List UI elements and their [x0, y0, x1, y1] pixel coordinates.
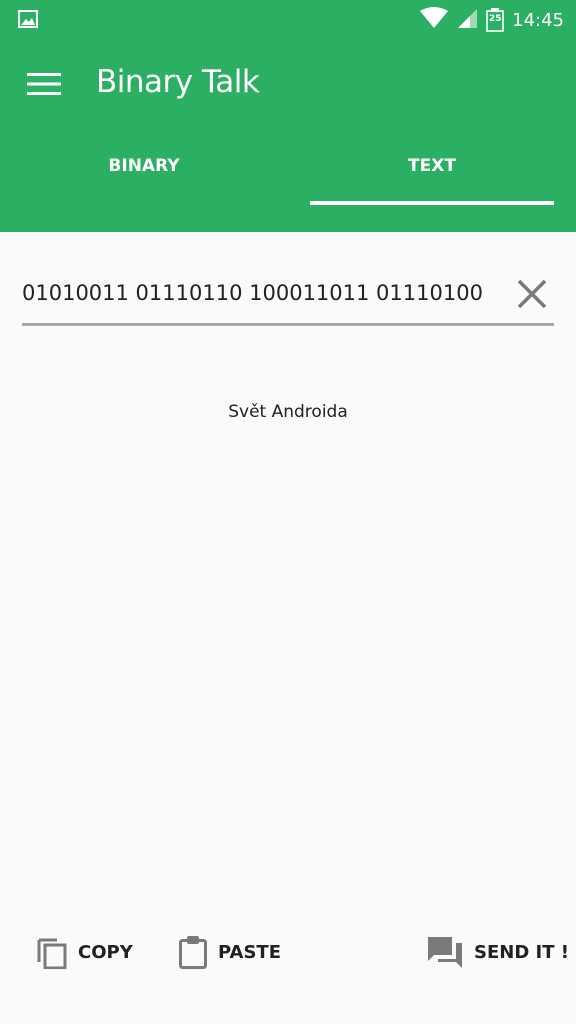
paste-button[interactable]: PASTE — [178, 926, 281, 978]
send-button[interactable]: SEND IT ! — [428, 926, 569, 978]
tab-indicator — [310, 201, 554, 205]
hamburger-menu-icon — [27, 73, 61, 95]
status-icons: 25 14:45 — [420, 6, 564, 34]
binary-input[interactable] — [22, 276, 502, 310]
menu-button[interactable] — [20, 62, 68, 106]
copy-icon — [37, 938, 67, 969]
tab-binary[interactable]: BINARY — [0, 130, 288, 232]
status-time: 14:45 — [512, 9, 564, 31]
tab-bar: BINARY TEXT — [0, 130, 576, 232]
send-label: SEND IT ! — [474, 941, 569, 963]
copy-button[interactable]: COPY — [36, 926, 133, 978]
paste-label: PASTE — [218, 941, 282, 963]
image-icon — [18, 10, 38, 28]
toolbar: Binary Talk — [0, 40, 576, 130]
copy-label: COPY — [78, 941, 133, 963]
app-bar: 25 14:45 Binary Talk BINARY TEXT — [0, 0, 576, 232]
input-underline — [22, 323, 554, 326]
calendar-day: 25 — [488, 14, 502, 24]
binary-input-row — [22, 262, 554, 326]
clear-button[interactable] — [512, 274, 552, 314]
wifi-icon — [420, 7, 449, 33]
status-bar: 25 14:45 — [0, 0, 576, 40]
calendar-icon: 25 — [486, 8, 504, 32]
chat-bubbles-icon — [428, 937, 462, 968]
tab-text[interactable]: TEXT — [288, 130, 576, 232]
close-icon — [517, 279, 547, 309]
translated-text: Svět Androida — [228, 402, 348, 422]
bottom-action-bar: COPY PASTE SEND IT ! — [0, 926, 576, 978]
app-title: Binary Talk — [96, 64, 260, 100]
tab-binary-label: BINARY — [108, 156, 180, 176]
tab-text-label: TEXT — [408, 156, 456, 176]
screen: 25 14:45 Binary Talk BINARY TEXT 0101001… — [0, 0, 576, 1024]
signal-icon — [456, 7, 478, 33]
clipboard-icon — [179, 936, 207, 969]
